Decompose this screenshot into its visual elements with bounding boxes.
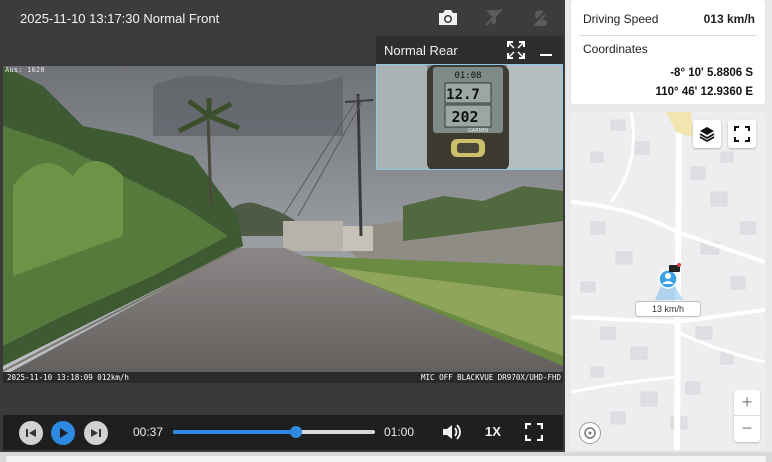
player-title-bar: 2025-11-10 13:17:30 Normal Front: [0, 0, 565, 36]
zoom-in-button[interactable]: +: [734, 390, 760, 416]
telemetry-panel: Driving Speed 013 km/h Coordinates -8° 1…: [571, 0, 765, 104]
map-fullscreen-icon: [734, 126, 750, 142]
map-fullscreen-button[interactable]: [728, 120, 756, 148]
rear-camera-label: Normal Rear: [384, 42, 458, 58]
seek-progress: [173, 430, 297, 434]
skip-back-icon: [26, 429, 36, 437]
video-player: 2025-11-10 13:17:30 Normal Front Aus: 16…: [0, 0, 565, 462]
latitude-value: -8° 10' 5.8806 S: [670, 67, 753, 79]
driving-speed-label: Driving Speed: [583, 12, 659, 26]
gps-device-image: 01:08 12.7 202 GARMIN: [377, 65, 562, 169]
osd-sensor-text: Aus: 1620: [5, 66, 45, 74]
osd-device-info: MIC OFF BLACKVUE DR970X/UHD-FHD: [421, 373, 561, 382]
rear-camera-frame: 01:08 12.7 202 GARMIN: [376, 64, 563, 170]
seek-handle[interactable]: [290, 426, 303, 438]
layers-icon: [699, 127, 715, 143]
driving-speed-value: 013 km/h: [703, 12, 755, 26]
expand-icon[interactable]: [507, 41, 525, 64]
longitude-value: 110° 46' 12.9360 E: [655, 86, 753, 98]
osd-timestamp: 2025-11-10 13:18:09 012km/h: [7, 373, 129, 382]
front-video[interactable]: Aus: 1620 2025-11-10 13:18:09 012km/h MI…: [3, 36, 563, 383]
total-time: 01:00: [384, 425, 415, 439]
seek-bar[interactable]: [173, 426, 375, 438]
playback-controls: 00:37 01:00 1X: [3, 415, 563, 450]
gps-altitude-text: 202: [451, 108, 478, 126]
skip-forward-icon: [91, 429, 101, 437]
dashcam-viewer: 2025-11-10 13:17:30 Normal Front Aus: 16…: [0, 0, 772, 462]
fullscreen-icon[interactable]: [524, 422, 544, 446]
play-button[interactable]: [51, 421, 75, 445]
compass-icon[interactable]: [579, 422, 601, 444]
rear-camera-pip[interactable]: Normal Rear 01:08 12.7 202 GARMIN: [376, 36, 563, 170]
playback-speed-button[interactable]: 1X: [485, 424, 501, 439]
gps-speed-text: 12.7: [446, 87, 480, 103]
bottom-strip: [0, 452, 772, 462]
rear-camera-header: Normal Rear: [376, 36, 563, 64]
next-button[interactable]: [84, 421, 108, 445]
play-icon: [60, 428, 68, 438]
divider: [579, 35, 757, 36]
coordinates-label: Coordinates: [583, 42, 648, 56]
map-view[interactable]: 13 km/h + −: [571, 112, 765, 450]
zoom-controls: + −: [734, 390, 760, 442]
volume-icon[interactable]: [441, 422, 463, 447]
marker-speed-tag: 13 km/h: [635, 301, 701, 317]
current-time: 00:37: [133, 425, 164, 439]
video-title: 2025-11-10 13:17:30 Normal Front: [20, 10, 220, 26]
gps-brand-text: GARMIN: [468, 128, 489, 134]
privacy-disabled-icon: [529, 7, 551, 27]
previous-button[interactable]: [19, 421, 43, 445]
gps-time-text: 01:08: [454, 71, 481, 81]
crop-disabled-icon: [483, 7, 505, 27]
bottom-panel-edge: [6, 456, 766, 462]
layers-button[interactable]: [693, 120, 721, 148]
camera-icon[interactable]: [437, 7, 459, 27]
minimize-icon[interactable]: [539, 43, 553, 62]
zoom-out-button[interactable]: −: [734, 416, 760, 442]
